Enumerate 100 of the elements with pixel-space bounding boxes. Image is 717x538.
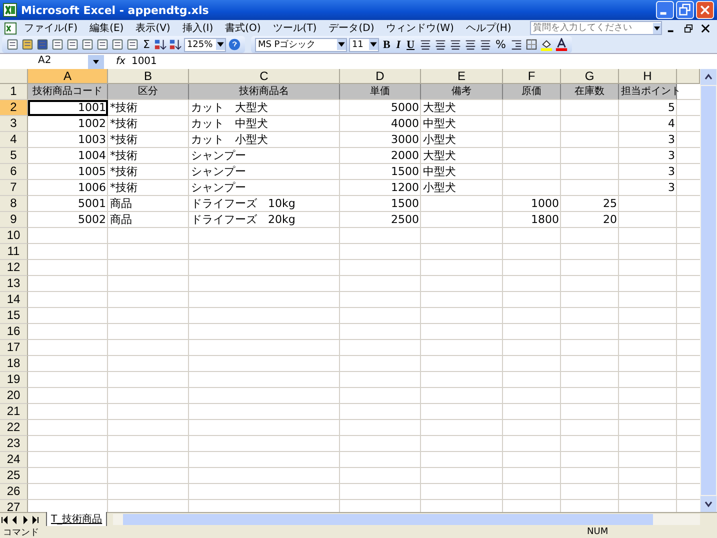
table-cell: 1001 xyxy=(28,100,108,116)
menu-item[interactable]: 表示(V) xyxy=(130,21,176,35)
header-cell: 原価 xyxy=(503,84,561,100)
indent-icon[interactable] xyxy=(510,38,523,51)
row-header[interactable]: 22 xyxy=(0,420,28,436)
font-dropdown[interactable]: MS Pゴシック xyxy=(254,38,347,52)
table-cell-text: 中型犬 xyxy=(422,116,457,132)
table-cell-text: 1003 xyxy=(77,132,107,148)
row-header[interactable]: 7 xyxy=(0,180,28,196)
row-header[interactable]: 19 xyxy=(0,372,28,388)
fill-color-icon[interactable] xyxy=(540,38,553,51)
column-header[interactable]: D xyxy=(340,69,421,84)
num-lock-indicator: NUM xyxy=(587,527,610,537)
table-cell-text: 1500 xyxy=(390,196,420,212)
menu-item[interactable]: データ(D) xyxy=(324,21,380,35)
help-icon[interactable] xyxy=(228,38,241,51)
font-color-icon[interactable] xyxy=(554,38,568,51)
row-header[interactable]: 25 xyxy=(0,468,28,484)
column-header[interactable]: B xyxy=(108,69,189,84)
table-cell-text: 5001 xyxy=(77,196,107,212)
scroll-down-button[interactable] xyxy=(700,496,717,512)
table-cell-text: 3 xyxy=(667,148,676,164)
underline-button[interactable]: U xyxy=(404,38,417,50)
percent-button[interactable]: % xyxy=(494,38,508,51)
table-cell-text: *技術 xyxy=(109,148,138,164)
row-header[interactable]: 2 xyxy=(0,100,28,116)
workbook-icon[interactable] xyxy=(4,22,17,34)
row-header[interactable]: 16 xyxy=(0,324,28,340)
menu-item[interactable]: ツール(T) xyxy=(268,21,322,35)
table-cell-text: 4 xyxy=(667,116,676,132)
row-header[interactable]: 14 xyxy=(0,292,28,308)
table-cell-text: 商品 xyxy=(109,212,133,228)
column-header[interactable]: G xyxy=(561,69,619,84)
help-search-field[interactable]: 質問を入力してください xyxy=(530,21,662,35)
table-cell-text: 中型犬 xyxy=(422,164,457,180)
row-header[interactable]: 27 xyxy=(0,500,28,512)
row-header[interactable]: 4 xyxy=(0,132,28,148)
row-header[interactable]: 12 xyxy=(0,260,28,276)
column-header[interactable]: A xyxy=(28,69,108,84)
row-header[interactable]: 21 xyxy=(0,404,28,420)
font-size-dropdown[interactable]: 11 xyxy=(348,38,379,52)
new-file-icon[interactable] xyxy=(6,38,19,51)
header-cell: 備考 xyxy=(421,84,503,100)
align-left-icon[interactable] xyxy=(418,38,432,51)
table-cell-text: *技術 xyxy=(109,100,138,116)
sheet-tab[interactable]: T_技術商品 xyxy=(46,512,108,527)
menu-item[interactable]: 書式(O) xyxy=(220,21,266,35)
row-header[interactable]: 15 xyxy=(0,308,28,324)
menu-item[interactable]: 編集(E) xyxy=(84,21,129,35)
row-header[interactable]: 9 xyxy=(0,212,28,228)
row-header[interactable]: 23 xyxy=(0,436,28,452)
bold-button[interactable]: B xyxy=(380,38,392,50)
align-center-icon[interactable] xyxy=(434,38,447,51)
sort-ascending-icon[interactable] xyxy=(154,38,167,51)
formula-field[interactable]: 1001 xyxy=(131,56,157,67)
insert-function-button[interactable]: fx xyxy=(116,56,126,67)
column-header[interactable]: F xyxy=(503,69,561,84)
column-header[interactable]: C xyxy=(189,69,340,84)
row-header[interactable]: 5 xyxy=(0,148,28,164)
table-cell-text: 3 xyxy=(667,132,676,148)
italic-button[interactable]: I xyxy=(394,38,403,50)
table-cell-text: 1000 xyxy=(530,196,560,212)
restore-button[interactable] xyxy=(676,1,694,19)
row-header[interactable]: 8 xyxy=(0,196,28,212)
menu-item[interactable]: 挿入(I) xyxy=(177,21,218,35)
menu-item[interactable]: ヘルプ(H) xyxy=(460,21,516,35)
borders-icon[interactable] xyxy=(524,38,538,51)
menu-item[interactable]: ウィンドウ(W) xyxy=(381,21,459,35)
row-header[interactable]: 20 xyxy=(0,388,28,404)
table-cell-text: 大型犬 xyxy=(422,148,457,164)
sort-descending-icon[interactable] xyxy=(168,38,182,51)
table-cell-text: *技術 xyxy=(109,180,138,196)
column-header[interactable]: H xyxy=(619,69,677,84)
scroll-up-button[interactable] xyxy=(700,69,717,85)
column-header[interactable]: E xyxy=(421,69,503,84)
restore-workbook-button[interactable] xyxy=(684,24,693,32)
row-header[interactable]: 26 xyxy=(0,484,28,500)
table-cell-text: 5000 xyxy=(390,100,420,116)
row-header[interactable]: 13 xyxy=(0,276,28,292)
close-workbook-button[interactable] xyxy=(701,24,710,32)
row-header[interactable]: 17 xyxy=(0,340,28,356)
align-right-icon[interactable] xyxy=(448,38,462,51)
row-header[interactable]: 24 xyxy=(0,452,28,468)
horizontal-scrollbar[interactable] xyxy=(113,514,700,525)
vertical-scrollbar[interactable] xyxy=(700,69,717,512)
table-cell-text: 3 xyxy=(667,164,676,180)
status-mode: コマンド xyxy=(3,526,39,538)
row-header[interactable]: 18 xyxy=(0,356,28,372)
row-header[interactable]: 6 xyxy=(0,164,28,180)
autosum-button[interactable]: Σ xyxy=(141,38,152,51)
row-header[interactable]: 3 xyxy=(0,116,28,132)
table-cell-text: 1002 xyxy=(77,116,107,132)
menu-item[interactable]: ファイル(F) xyxy=(19,21,83,35)
close-button[interactable] xyxy=(696,1,714,19)
row-header[interactable]: 10 xyxy=(0,228,28,244)
table-cell-text: 3000 xyxy=(390,132,420,148)
row-header[interactable]: 11 xyxy=(0,244,28,260)
zoom-dropdown[interactable]: 125% xyxy=(184,38,226,52)
row-header[interactable]: 1 xyxy=(0,84,28,100)
minimize-button[interactable] xyxy=(656,1,674,19)
